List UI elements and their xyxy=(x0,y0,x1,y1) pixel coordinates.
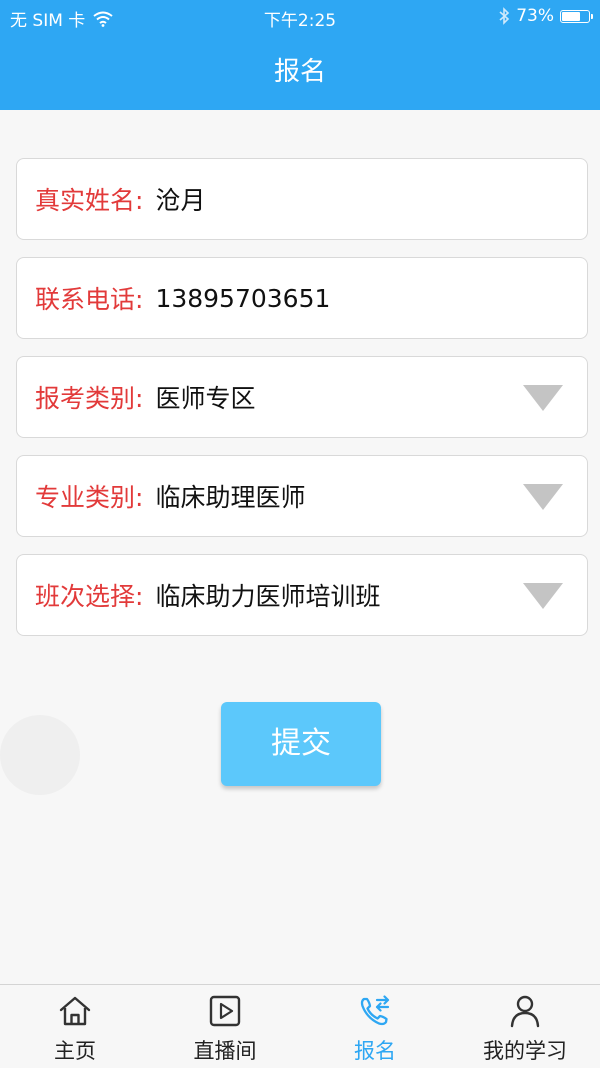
battery-percent: 73% xyxy=(516,6,554,26)
class-select-value: 临床助力医师培训班 xyxy=(155,582,381,611)
phone-label: 联系电话: xyxy=(35,285,144,314)
status-bar: 无 SIM 卡 下午2:25 73% xyxy=(0,0,600,34)
phone-field[interactable]: 联系电话: 13895703651 xyxy=(16,257,588,339)
battery-icon xyxy=(560,9,593,23)
status-right: 73% xyxy=(498,6,593,26)
name-field[interactable]: 真实姓名: 沧月 xyxy=(16,158,588,240)
tab-my-study[interactable]: 我的学习 xyxy=(450,985,600,1068)
tab-label: 我的学习 xyxy=(483,1039,567,1063)
signup-form: 真实姓名: 沧月 联系电话: 13895703651 报考类别: 医师专区 专业… xyxy=(16,158,588,653)
tab-label: 报名 xyxy=(354,1039,396,1063)
class-select-label: 班次选择: xyxy=(35,582,144,611)
floating-assistive-button[interactable] xyxy=(0,715,80,795)
tab-label: 直播间 xyxy=(193,1039,257,1063)
major-type-label: 专业类别: xyxy=(35,483,144,512)
dropdown-arrow-icon[interactable] xyxy=(523,583,563,609)
tab-live-room[interactable]: 直播间 xyxy=(150,985,300,1068)
name-label: 真实姓名: xyxy=(35,186,144,215)
name-value[interactable]: 沧月 xyxy=(155,181,205,217)
page-title: 报名 xyxy=(273,57,326,87)
class-select[interactable]: 班次选择: 临床助力医师培训班 xyxy=(16,554,588,636)
tab-bar: 主页 直播间 报名 我的学习 xyxy=(0,984,600,1068)
battery-fill xyxy=(562,11,581,21)
major-type-value: 临床助理医师 xyxy=(155,483,306,512)
exam-type-label: 报考类别: xyxy=(35,384,144,413)
bluetooth-icon xyxy=(499,7,510,25)
home-icon xyxy=(59,996,91,1026)
submit-button[interactable]: 提交 xyxy=(221,702,381,786)
dropdown-arrow-icon[interactable] xyxy=(523,385,563,411)
exam-type-value: 医师专区 xyxy=(155,384,256,413)
tab-label: 主页 xyxy=(54,1039,96,1063)
phone-value[interactable]: 13895703651 xyxy=(155,284,330,313)
user-icon xyxy=(510,995,540,1028)
dropdown-arrow-icon[interactable] xyxy=(523,484,563,510)
play-icon xyxy=(209,995,241,1027)
tab-signup[interactable]: 报名 xyxy=(300,985,450,1068)
major-type-select[interactable]: 专业类别: 临床助理医师 xyxy=(16,455,588,537)
exam-type-select[interactable]: 报考类别: 医师专区 xyxy=(16,356,588,438)
nav-bar: 报名 xyxy=(0,34,600,110)
phone-transfer-icon xyxy=(360,995,390,1026)
tab-home[interactable]: 主页 xyxy=(0,985,150,1068)
